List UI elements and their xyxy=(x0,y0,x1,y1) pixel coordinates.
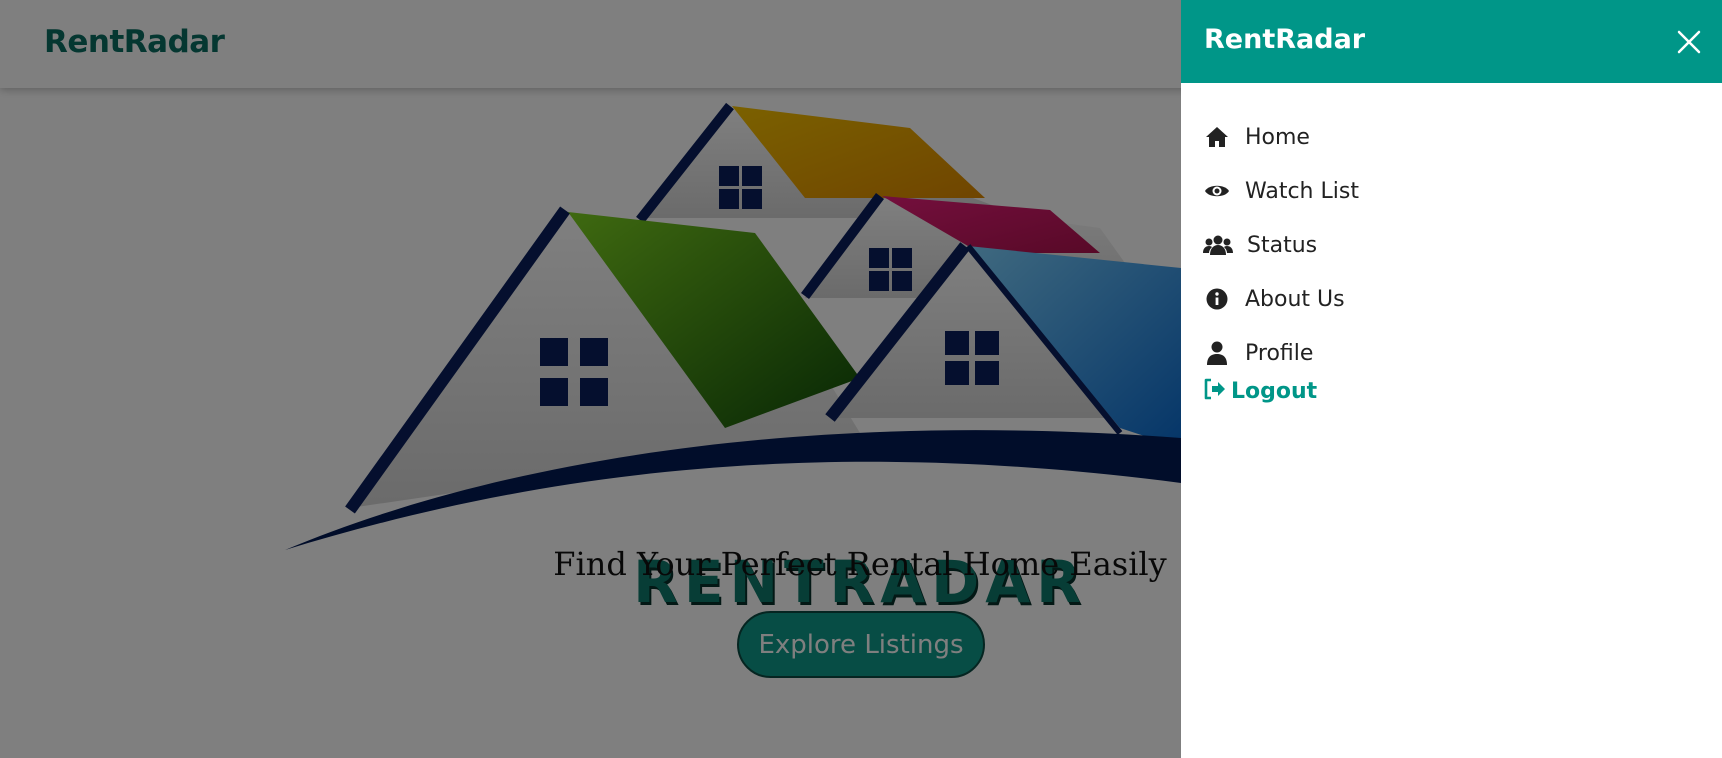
nav-item-profile[interactable]: Profile xyxy=(1203,326,1703,380)
close-icon[interactable] xyxy=(1673,26,1705,58)
nav-item-label: Watch List xyxy=(1245,178,1359,204)
eye-icon xyxy=(1203,177,1231,205)
offcanvas-title: RentRadar xyxy=(1204,24,1366,55)
nav-item-label: About Us xyxy=(1245,286,1345,312)
nav-item-about-us[interactable]: About Us xyxy=(1203,272,1703,326)
home-icon xyxy=(1203,123,1231,151)
nav-item-label: Home xyxy=(1245,124,1310,150)
info-icon xyxy=(1203,285,1231,313)
nav-item-home[interactable]: Home xyxy=(1203,110,1703,164)
nav-item-label: Status xyxy=(1247,232,1318,258)
offcanvas-nav: Home Watch List Status About Us Profile xyxy=(1203,110,1703,380)
offcanvas-header: RentRadar xyxy=(1181,0,1722,83)
nav-item-watch-list[interactable]: Watch List xyxy=(1203,164,1703,218)
logout-label: Logout xyxy=(1231,379,1318,404)
logout-link[interactable]: Logout xyxy=(1203,378,1317,405)
nav-item-status[interactable]: Status xyxy=(1203,218,1703,272)
sign-out-icon xyxy=(1203,378,1227,405)
user-icon xyxy=(1203,339,1231,367)
nav-item-label: Profile xyxy=(1245,340,1314,366)
offcanvas-menu: RentRadar Home Watch List Status About U… xyxy=(1181,0,1722,758)
users-icon xyxy=(1203,231,1233,259)
